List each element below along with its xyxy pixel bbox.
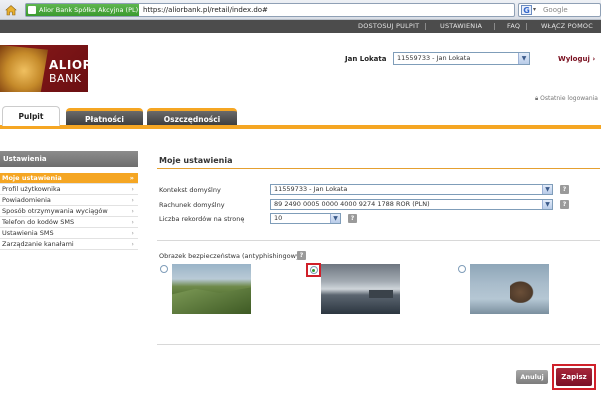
save-button[interactable]: Zapisz: [556, 368, 592, 386]
select-kontekst-domyslny[interactable]: 11559733 - Jan Lokata ▼: [270, 184, 553, 195]
chevron-right-icon: ›: [131, 240, 134, 248]
security-image-radio-2[interactable]: [309, 266, 318, 274]
nav-separator: [425, 23, 426, 30]
last-login-label: Ostatnie logowania: [540, 95, 598, 102]
sidebar-item-label: Sposób otrzymywania wyciągów: [2, 207, 108, 215]
tabs-underline: [0, 125, 601, 129]
logo-text-bank: BANK: [49, 72, 82, 85]
sidebar-item-sposob-wyciagow[interactable]: Sposób otrzymywania wyciągów ›: [0, 206, 138, 217]
select-value: 89 2490 0005 0000 4000 9274 1788 ROR (PL…: [274, 200, 430, 208]
lion-emblem-icon: [0, 45, 48, 92]
bottom-divider: [157, 344, 600, 345]
logout-link[interactable]: Wyloguj ›: [558, 55, 595, 63]
sidebar-item-label: Moje ustawienia: [2, 174, 62, 182]
last-login-link[interactable]: 🔒︎ Ostatnie logowania: [535, 95, 598, 103]
security-image-label: Obrazek bezpieczeństwa (antyphishingowy): [159, 252, 303, 260]
address-bar[interactable]: Alior Bank Spółka Akcyjna (PL) https://a…: [25, 3, 538, 18]
nav-faq[interactable]: FAQ: [507, 20, 520, 33]
section-divider: [157, 240, 600, 241]
select-liczba-rekordow[interactable]: 10 ▼: [270, 213, 341, 224]
chevron-right-icon: ›: [131, 218, 134, 226]
label-kontekst-domyslny: Kontekst domyślny: [159, 186, 221, 194]
tab-platnosci[interactable]: Płatności: [66, 108, 143, 126]
engine-dropdown-icon[interactable]: ▾: [533, 6, 536, 13]
sidebar-item-label: Profil użytkownika: [2, 185, 61, 193]
home-icon[interactable]: [4, 3, 18, 17]
security-image-landscape[interactable]: [172, 264, 251, 314]
tab-pulpit[interactable]: Pulpit: [2, 106, 60, 126]
chevron-right-icon: ›: [131, 196, 134, 204]
lock-icon: 🔒︎: [535, 95, 539, 102]
double-chevron-right-icon: »: [129, 174, 134, 182]
cancel-button[interactable]: Anuluj: [516, 370, 548, 384]
select-value: 11559733 - Jan Lokata: [274, 185, 348, 193]
sidebar-item-label: Telefon do kodów SMS: [2, 218, 75, 226]
security-image-goose[interactable]: [470, 264, 549, 314]
chevron-right-icon: ›: [131, 207, 134, 215]
sidebar-item-moje-ustawienia[interactable]: Moje ustawienia »: [0, 173, 138, 184]
logout-label: Wyloguj: [558, 55, 590, 63]
chevron-down-icon[interactable]: ▼: [330, 214, 340, 223]
search-input[interactable]: Google: [543, 4, 568, 16]
chevron-down-icon[interactable]: ▼: [542, 185, 552, 194]
goose-shape: [510, 279, 536, 303]
url-text[interactable]: https://aliorbank.pl/retail/index.do#: [143, 4, 268, 16]
page-title: Moje ustawienia: [159, 156, 233, 165]
security-image-radio-3[interactable]: [458, 265, 466, 273]
google-engine-icon[interactable]: G: [521, 5, 532, 15]
nav-wlacz-pomoc[interactable]: WŁĄCZ POMOC: [541, 20, 593, 33]
browser-toolbar: Alior Bank Spółka Akcyjna (PL) https://a…: [0, 0, 601, 20]
title-divider: [157, 168, 600, 169]
user-name: Jan Lokata: [345, 55, 387, 63]
sidebar-item-telefon-sms[interactable]: Telefon do kodów SMS ›: [0, 217, 138, 228]
help-icon[interactable]: ?: [348, 214, 357, 223]
search-box[interactable]: G ▾ Google: [518, 3, 601, 17]
site-identity-badge[interactable]: Alior Bank Spółka Akcyjna (PL): [26, 4, 139, 16]
nav-separator: [526, 23, 527, 30]
account-context-value: 11559733 - Jan Lokata: [397, 54, 471, 62]
security-image-lake[interactable]: [321, 264, 400, 314]
chevron-down-icon[interactable]: ▼: [518, 53, 529, 64]
nav-separator: [494, 23, 495, 30]
nav-dostosuj-pulpit[interactable]: DOSTOSUJ PULPIT: [358, 20, 419, 33]
pier-shape: [369, 290, 393, 298]
help-icon[interactable]: ?: [560, 200, 569, 209]
select-value: 10: [274, 214, 283, 222]
hill-shape: [172, 287, 251, 314]
label-liczba-rekordow: Liczba rekordów na stronę: [159, 215, 245, 223]
account-context-select[interactable]: 11559733 - Jan Lokata ▼: [393, 52, 530, 65]
sidebar-item-ustawienia-sms[interactable]: Ustawienia SMS ›: [0, 228, 138, 239]
select-rachunek-domyslny[interactable]: 89 2490 0005 0000 4000 9274 1788 ROR (PL…: [270, 199, 553, 210]
sidebar-menu: Moje ustawienia » Profil użytkownika › P…: [0, 173, 138, 250]
help-icon[interactable]: ?: [560, 185, 569, 194]
sidebar-item-zarzadzanie-kanalami[interactable]: Zarządzanie kanałami ›: [0, 239, 138, 250]
logo-text-alior: ALIOR: [49, 58, 88, 72]
sidebar-item-powiadomienia[interactable]: Powiadomienia ›: [0, 195, 138, 206]
sidebar-item-profil-uzytkownika[interactable]: Profil użytkownika ›: [0, 184, 138, 195]
tab-oszczednosci[interactable]: Oszczędności: [147, 108, 237, 126]
sidebar-item-label: Zarządzanie kanałami: [2, 240, 74, 248]
site-identity-text: Alior Bank Spółka Akcyjna (PL): [39, 6, 139, 14]
favicon-icon: [28, 6, 36, 14]
sidebar-item-label: Powiadomienia: [2, 196, 51, 204]
sidebar-header: Ustawienia: [0, 151, 138, 167]
alior-bank-logo[interactable]: ALIOR BANK: [0, 45, 88, 92]
sidebar-item-label: Ustawienia SMS: [2, 229, 54, 237]
label-rachunek-domyslny: Rachunek domyślny: [159, 201, 225, 209]
nav-ustawienia[interactable]: USTAWIENIA: [440, 20, 482, 33]
security-image-radio-1[interactable]: [160, 265, 168, 273]
chevron-down-icon[interactable]: ▼: [542, 200, 552, 209]
chevron-right-icon: ›: [131, 229, 134, 237]
help-icon[interactable]: ?: [297, 251, 306, 260]
chevron-right-icon: ›: [592, 55, 596, 63]
chevron-right-icon: ›: [131, 185, 134, 193]
top-nav: DOSTOSUJ PULPIT USTAWIENIA FAQ WŁĄCZ POM…: [0, 20, 601, 33]
